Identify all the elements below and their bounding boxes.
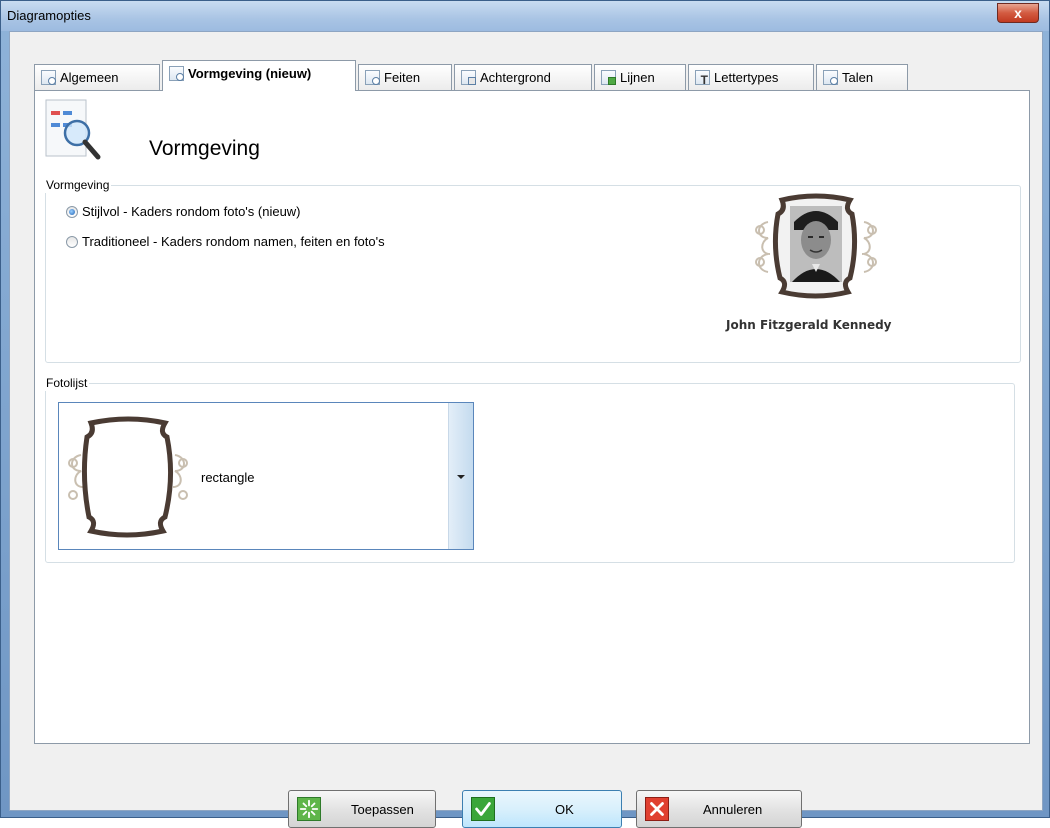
vormgeving-group: Vormgeving Stijlvol - Kaders rondom foto…	[44, 177, 1021, 363]
font-page-icon	[695, 70, 710, 87]
radio-button[interactable]	[66, 236, 78, 248]
radio-traditioneel[interactable]: Traditioneel - Kaders rondom namen, feit…	[66, 234, 385, 249]
globe-page-icon	[823, 70, 838, 85]
dropdown-selected-value: rectangle	[201, 470, 255, 485]
checkmark-icon	[471, 797, 495, 821]
cancel-button-label: Annuleren	[703, 802, 763, 817]
tab-lettertypes[interactable]: Lettertypes	[688, 64, 814, 90]
magnifier-page-icon	[169, 66, 184, 81]
tab-vormgeving[interactable]: Vormgeving (nieuw)	[162, 60, 356, 91]
close-icon	[645, 797, 669, 821]
ok-button-label: OK	[555, 802, 574, 817]
tab-talen[interactable]: Talen	[816, 64, 908, 90]
window-title: Diagramopties	[7, 8, 91, 23]
radio-label: Traditioneel - Kaders rondom namen, feit…	[82, 234, 385, 249]
radio-label: Stijlvol - Kaders rondom foto's (nieuw)	[82, 204, 301, 219]
tab-label: Vormgeving (nieuw)	[188, 66, 312, 81]
ok-button[interactable]: OK	[462, 790, 622, 828]
tab-label: Lettertypes	[714, 70, 779, 85]
group-legend: Vormgeving	[44, 177, 112, 193]
group-legend: Fotolijst	[44, 375, 90, 391]
tab-label: Algemeen	[60, 70, 119, 85]
radio-stijlvol[interactable]: Stijlvol - Kaders rondom foto's (nieuw)	[66, 204, 301, 219]
chart-magnifier-icon	[45, 99, 101, 160]
fotolijst-group: Fotolijst rectangle	[44, 375, 1015, 563]
portrait-preview-image	[755, 193, 877, 299]
preview-person-name: John Fitzgerald Kennedy	[726, 318, 892, 332]
dialog-client: Algemeen Vormgeving (nieuw) Feiten Achte…	[9, 31, 1043, 828]
gear-page-icon	[41, 70, 56, 85]
chevron-down-icon[interactable]	[448, 403, 473, 549]
frame-preview-image	[68, 416, 188, 538]
tab-algemeen[interactable]: Algemeen	[34, 64, 160, 90]
tab-achtergrond[interactable]: Achtergrond	[454, 64, 592, 90]
tab-label: Lijnen	[620, 70, 655, 85]
dialog-window: Diagramopties x Algemeen Vormgeving (nie…	[0, 0, 1050, 828]
tab-feiten[interactable]: Feiten	[358, 64, 452, 90]
apply-button[interactable]: Toepassen	[288, 790, 436, 828]
tab-label: Achtergrond	[480, 70, 551, 85]
cancel-button[interactable]: Annuleren	[636, 790, 802, 828]
tab-lijnen[interactable]: Lijnen	[594, 64, 686, 90]
title-bar[interactable]: Diagramopties x	[1, 1, 1049, 31]
tab-panel-vormgeving: Vormgeving Vormgeving Stijlvol - Kaders …	[34, 90, 1030, 744]
page-title: Vormgeving	[149, 137, 260, 160]
background-page-icon	[461, 70, 476, 85]
sparkle-icon	[297, 797, 321, 821]
frame-style-dropdown[interactable]: rectangle	[58, 402, 474, 550]
apply-button-label: Toepassen	[351, 802, 414, 817]
clock-page-icon	[365, 70, 380, 85]
tab-label: Feiten	[384, 70, 421, 85]
button-bar: Toepassen OK Annuleren	[10, 744, 1042, 828]
close-icon: x	[1014, 5, 1022, 21]
tab-label: Talen	[842, 70, 874, 85]
radio-button-checked[interactable]	[66, 206, 78, 218]
lines-page-icon	[601, 70, 616, 85]
close-button[interactable]: x	[997, 3, 1039, 23]
